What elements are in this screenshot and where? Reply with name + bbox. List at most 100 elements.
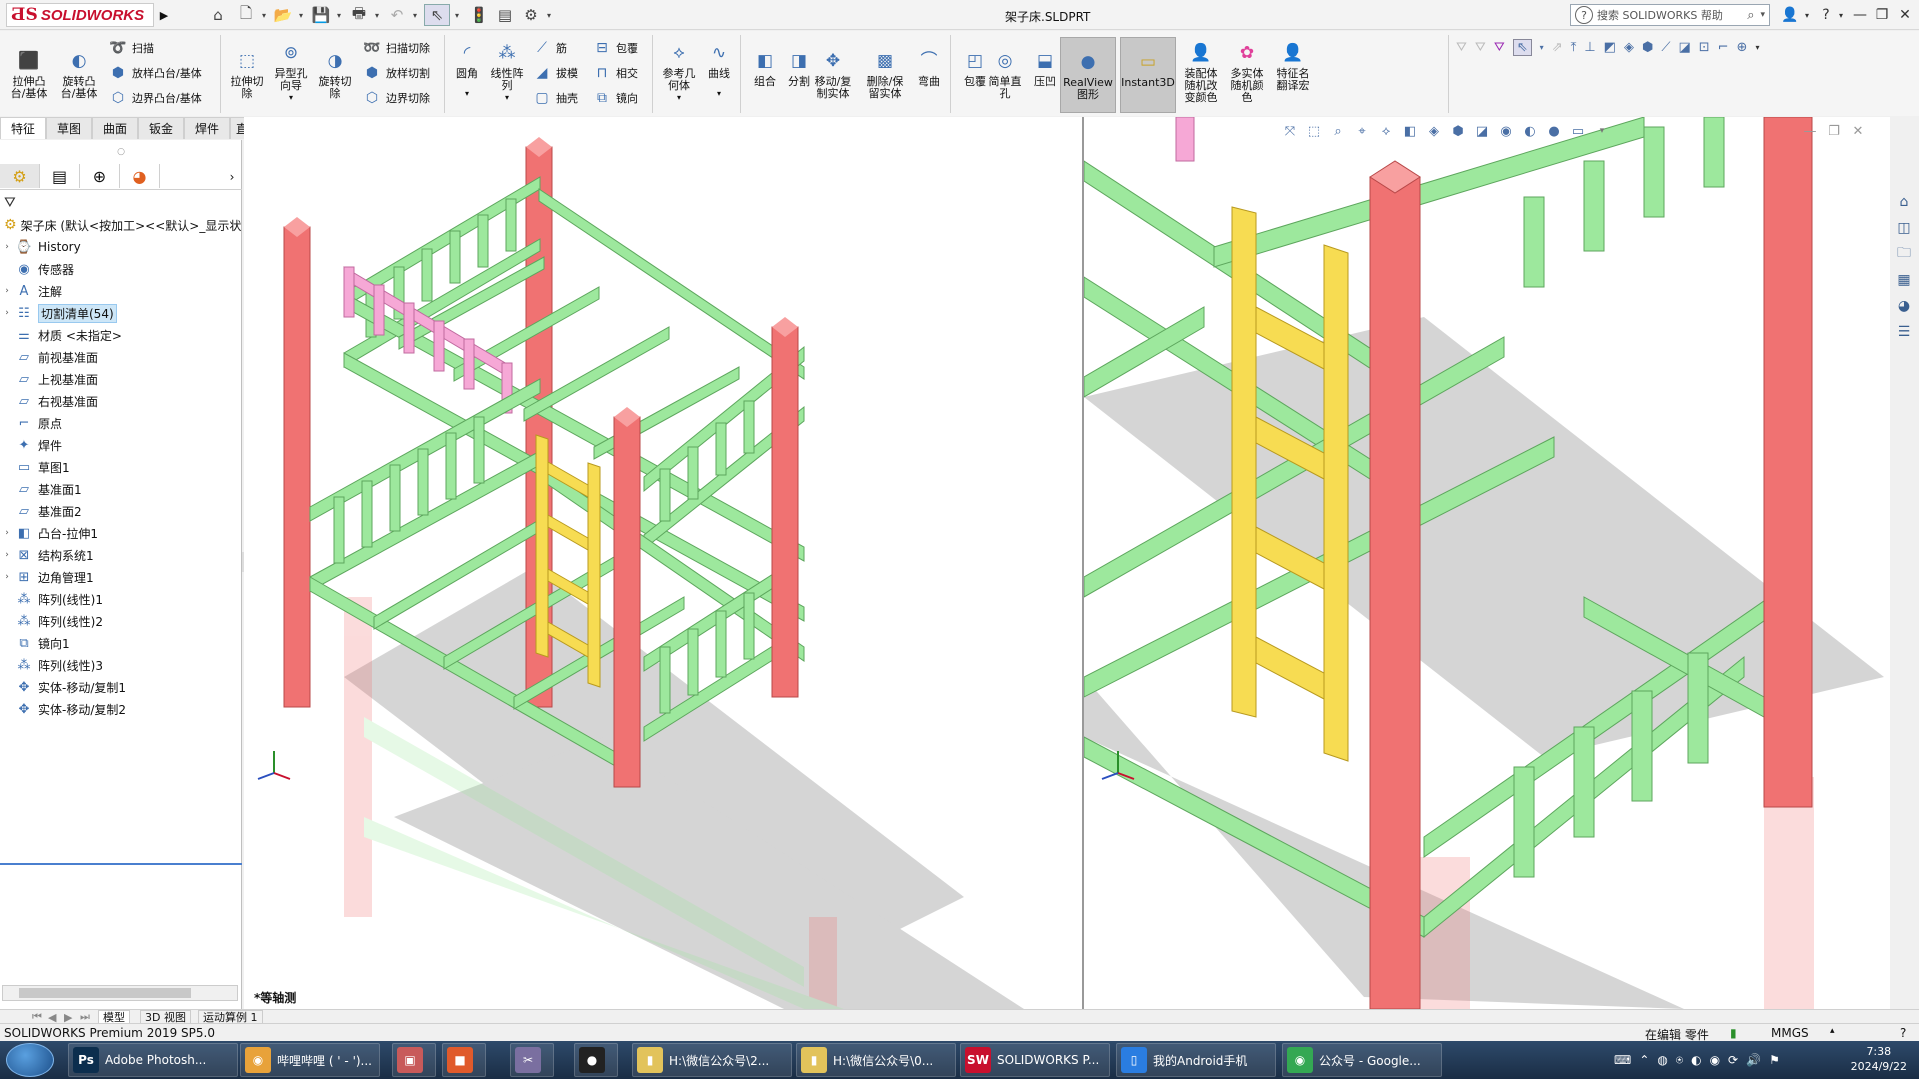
previous-view-icon[interactable]: ⌕ [1328, 121, 1348, 141]
extrude-cut-button[interactable]: ⬚ 拉伸切除 [224, 49, 270, 100]
expand-chevron-icon[interactable]: › [0, 550, 14, 560]
keyboard-icon[interactable]: ⌨ [1614, 1053, 1631, 1068]
filter-icon[interactable]: ⛛ [1456, 40, 1467, 55]
horizontal-scrollbar[interactable] [2, 985, 238, 1001]
taskbar-app-button[interactable]: ● [574, 1043, 618, 1077]
volume-icon[interactable]: 🔊 [1746, 1053, 1761, 1068]
expand-chevron-icon[interactable]: › [0, 572, 14, 582]
nav-prev-icon[interactable]: ◀ [44, 1010, 60, 1024]
open-icon[interactable]: 📂 [270, 4, 296, 26]
tree-item[interactable]: ✥ 实体-移动/复制1 [0, 676, 242, 698]
filter-toggle-icon[interactable]: ⛛ [1494, 40, 1505, 55]
help-icon[interactable]: ? [1900, 1026, 1906, 1040]
tab-motion-study[interactable]: 运动算例 1 [198, 1010, 263, 1024]
tab-4[interactable]: 焊件 [184, 117, 230, 139]
tree-item[interactable]: › ◧ 凸台-拉伸1 [0, 522, 242, 544]
taskbar-app-button[interactable]: ▮ H:\微信公众号\0... [796, 1043, 956, 1077]
tree-item[interactable]: ▱ 右视基准面 [0, 390, 242, 412]
filter-plane-icon[interactable]: ◪ [1678, 40, 1690, 55]
expand-chevron-icon[interactable]: › [0, 242, 14, 252]
view-settings-icon[interactable]: ◐ [1520, 121, 1540, 141]
wechat-icon[interactable]: ◍ [1657, 1053, 1667, 1068]
expand-chevron-icon[interactable]: › [0, 286, 14, 296]
filter-point-icon[interactable]: ⊕ [1737, 40, 1748, 55]
taskbar-app-button[interactable]: ◉ 公众号 - Google... [1282, 1043, 1442, 1077]
sweep-cut-button[interactable]: ➿ 扫描切除 [362, 37, 430, 59]
rib-button[interactable]: ⟋ 筋 [532, 37, 567, 59]
undo-icon[interactable]: ↶ [384, 4, 410, 26]
taskbar-app-button[interactable]: ◉ 哔哩哔哩 ( ' - ')... [240, 1043, 380, 1077]
assembly-color-button[interactable]: 👤 装配体随机改变颜色 [1178, 41, 1224, 104]
chevron-down-icon[interactable]: ▾ [465, 88, 469, 100]
rebuild-status-icon[interactable]: ▮ [1730, 1026, 1737, 1040]
new-file-icon[interactable]: 🗋 [233, 4, 259, 26]
hide-show-icon[interactable]: ⬢ [1448, 121, 1468, 141]
chevron-down-icon[interactable]: ▾ [1592, 121, 1612, 141]
configuration-manager-tab[interactable]: ⊕ [80, 164, 120, 188]
revolve-boss-button[interactable]: ◐ 旋转凸台/基体 [56, 49, 102, 100]
filter-vertex-icon[interactable]: ⤒ [1571, 40, 1577, 55]
tree-item[interactable]: › A 注解 [0, 280, 242, 302]
help-icon[interactable]: ? [1814, 4, 1838, 26]
tree-item[interactable]: ⁂ 阵列(线性)2 [0, 610, 242, 632]
tree-item[interactable]: ⌐ 原点 [0, 412, 242, 434]
draft-button[interactable]: ◢ 拔模 [532, 62, 578, 84]
section-view-icon[interactable]: ⌖ [1352, 121, 1372, 141]
extrude-boss-button[interactable]: ⬛ 拉伸凸台/基体 [6, 49, 52, 100]
zoom-to-fit-icon[interactable]: ⤧ [1280, 121, 1300, 141]
delete-keep-body-button[interactable]: ▩ 删除/保留实体 [862, 49, 908, 100]
chevron-down-icon[interactable]: ▾ [505, 92, 509, 104]
boundary-boss-button[interactable]: ⬡ 边界凸台/基体 [108, 87, 202, 109]
display-style-icon[interactable]: ◈ [1424, 121, 1444, 141]
restore-icon[interactable]: ❐ [1870, 4, 1894, 26]
units-text[interactable]: MMGS [1771, 1026, 1809, 1040]
close-icon[interactable]: ✕ [1893, 4, 1917, 26]
taskbar-app-button[interactable]: ■ [442, 1043, 486, 1077]
chevron-down-icon[interactable]: ▾ [333, 4, 345, 26]
nav-last-icon[interactable]: ⏭ [76, 1010, 94, 1024]
loft-cut-button[interactable]: ⬢ 放样切割 [362, 62, 430, 84]
filter-surface-icon[interactable]: ◈ [1624, 40, 1634, 55]
display-pane-icon[interactable]: ▭ [1568, 121, 1588, 141]
chevron-down-icon[interactable]: ▾ [258, 4, 270, 26]
filter-solid-icon[interactable]: ⬢ [1642, 40, 1653, 55]
property-manager-tab[interactable]: ▤ [40, 164, 80, 188]
menu-expand-icon[interactable]: ▶ [156, 4, 172, 26]
graphics-area-left[interactable]: *等轴测 [244, 117, 1082, 1009]
edit-appearance-icon[interactable]: ◪ [1472, 121, 1492, 141]
home-icon[interactable]: ⌂ [1892, 190, 1916, 214]
tree-item[interactable]: ▱ 基准面1 [0, 478, 242, 500]
filter-clear-icon[interactable]: ⛛ [1475, 40, 1486, 55]
expand-chevron-icon[interactable]: › [0, 308, 14, 318]
linear-pattern-button[interactable]: ⁂ 线性阵列 ▾ [484, 41, 530, 104]
filter-dimension-icon[interactable]: ⊡ [1699, 40, 1710, 55]
chevron-down-icon[interactable]: ▾ [677, 92, 681, 104]
feature-manager-tab[interactable]: ⚙ [0, 164, 40, 188]
select-arrow-icon[interactable]: ⇖ [424, 4, 450, 26]
lasso-icon[interactable]: ⇗ [1552, 40, 1563, 55]
realview-icon[interactable]: ● [1544, 121, 1564, 141]
user-icon[interactable]: 👤 [1778, 4, 1802, 26]
tree-item[interactable]: ⚌ 材质 <未指定> [0, 324, 242, 346]
tree-item[interactable]: ▱ 基准面2 [0, 500, 242, 522]
save-icon[interactable]: 💾 [308, 4, 334, 26]
options-gear-icon[interactable]: ⚙ [518, 4, 544, 26]
minimize-view-icon[interactable]: — [1800, 121, 1820, 141]
taskbar-app-button[interactable]: SW SOLIDWORKS P... [960, 1043, 1110, 1077]
taskbar-app-button[interactable]: Ps Adobe Photosh... [68, 1043, 238, 1077]
taskbar-app-button[interactable]: ▣ [392, 1043, 436, 1077]
rebuild-icon[interactable]: 🚦 [466, 4, 492, 26]
shell-button[interactable]: ▢ 抽壳 [532, 87, 578, 109]
panel-collapse-handle[interactable]: ○ [0, 140, 242, 164]
chevron-down-icon[interactable]: ▾ [1836, 4, 1846, 26]
expand-chevron-icon[interactable]: › [0, 528, 14, 538]
flex-button[interactable]: ⌒ 弯曲 [906, 49, 952, 88]
wrap-button[interactable]: ⊟ 包覆 [592, 37, 638, 59]
tab-3d-view[interactable]: 3D 视图 [140, 1010, 191, 1024]
tree-item[interactable]: ▱ 前视基准面 [0, 346, 242, 368]
tree-item[interactable]: ▭ 草图1 [0, 456, 242, 478]
chevron-down-icon[interactable]: ▾ [1540, 43, 1544, 52]
chevron-down-icon[interactable]: ▾ [1802, 4, 1812, 26]
chevron-down-icon[interactable]: ▾ [295, 4, 307, 26]
feature-rename-macro-button[interactable]: 👤 特征名翻译宏 [1270, 41, 1316, 92]
